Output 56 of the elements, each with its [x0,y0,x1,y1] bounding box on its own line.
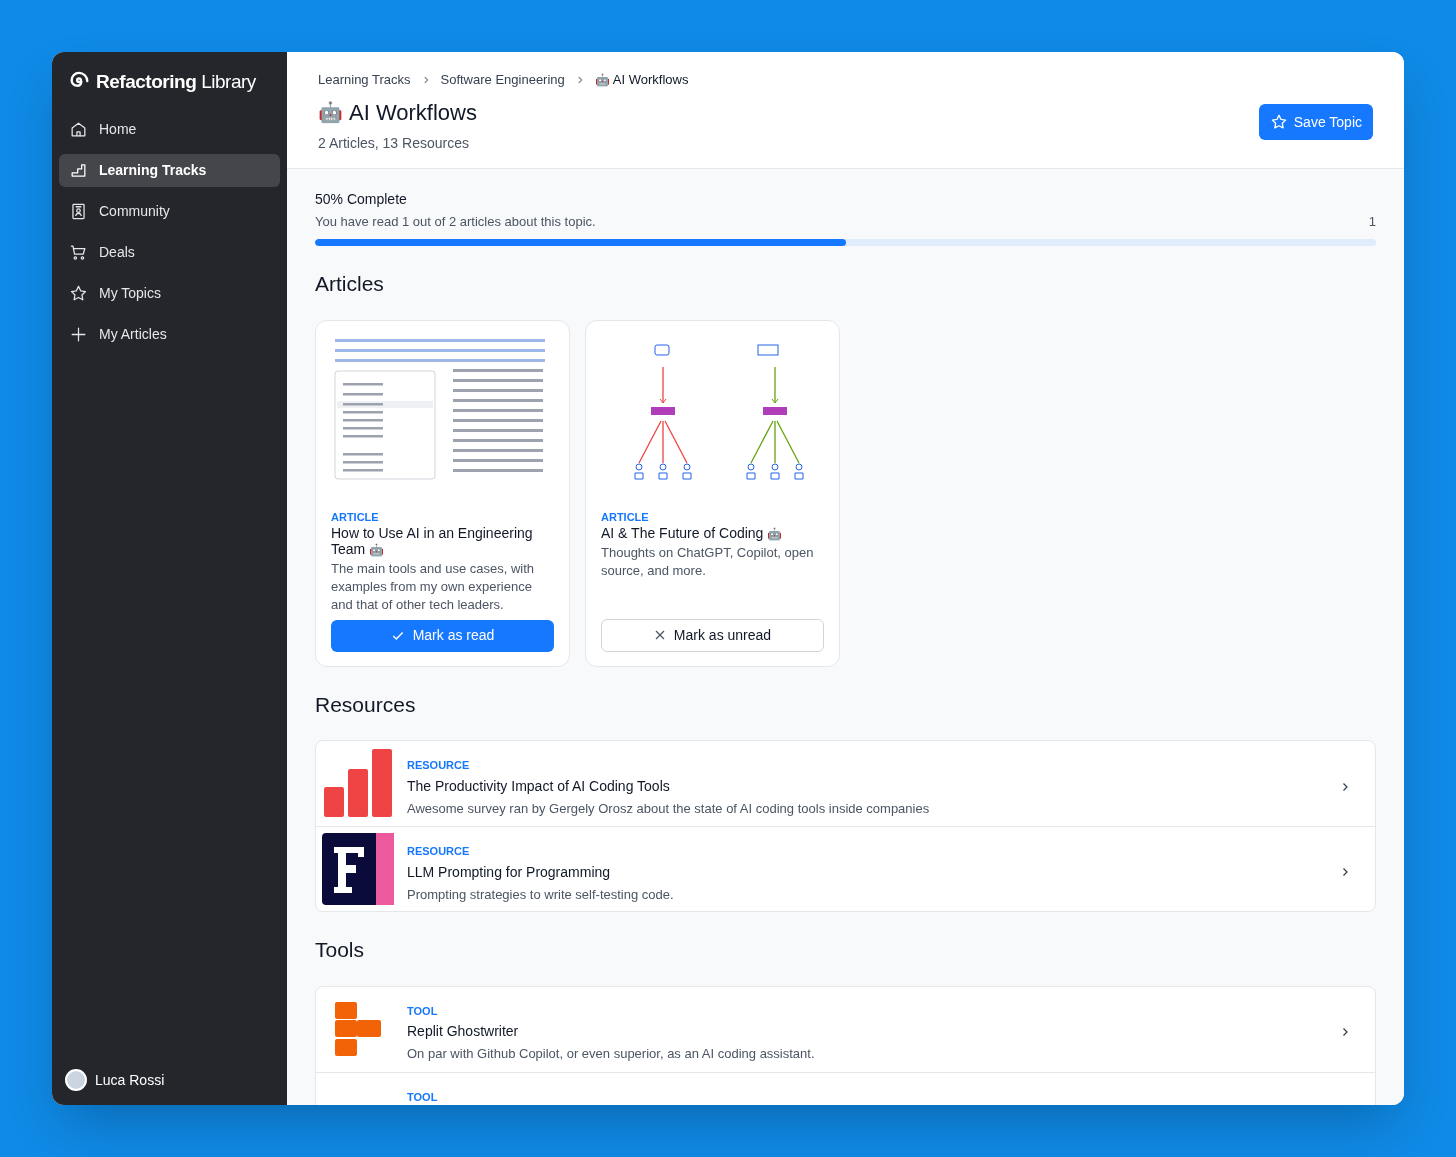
article-tag: ARTICLE [601,508,824,525]
logo-text: Refactoring Library [96,70,256,94]
mark-unread-button[interactable]: Mark as unread [601,618,824,652]
item-tag: RESOURCE [407,757,930,774]
blocks-logo-icon [335,1001,381,1056]
letter-f-logo-icon [322,833,394,905]
item-description: Prompting strategies to write self-testing code. [407,885,674,904]
item-description: On par with Github Copilot, or even superior, as an AI coding assistant. [407,1045,815,1063]
section-heading: Resources [315,691,417,718]
nav-item[interactable]: My Topics [59,276,280,310]
breadcrumb-link[interactable]: Software Engineering [440,70,565,90]
article-card[interactable]: ARTICLE How to Use AI in an Engineering Team 🤖 The main tools and use cases, with examples from my own experience and that of other tech leaders. Mark as read [315,319,570,667]
nav-item[interactable]: Community [59,194,280,228]
item-title: LLM Prompting for Programming [407,862,612,882]
article-description: The main tools and use cases, with examples from my own experience and that of other tech leaders. [331,560,536,614]
nav-item[interactable]: Learning Tracks [59,153,280,187]
article-card[interactable]: ARTICLE AI & The Future of Coding 🤖 Thoughts on ChatGPT, Copilot, open source, and more. Mark as unread [585,319,840,667]
robot-emoji-icon: 🤖 [594,70,610,89]
robot-emoji-icon: 🤖 [767,527,783,541]
article-title: AI & The Future of Coding 🤖 [601,525,784,542]
save-topic-button[interactable]: Save Topic [1258,104,1373,140]
item-title: The Productivity Impact of AI Coding Tools [407,776,671,796]
article-tag: ARTICLE [331,508,554,525]
list-row[interactable]: RESOURCE LLM Prompting for Programming Prompting strategies to write self-testing code. [316,826,1375,911]
section-heading: Tools [315,937,366,963]
mark-read-button[interactable]: Mark as read [331,619,554,652]
progress-count: 1 [1368,212,1376,231]
item-title: Replit Ghostwriter [407,1022,520,1041]
item-tag: TOOL [407,1088,438,1105]
avatar [65,1069,87,1091]
user-name[interactable]: Luca Rossi [95,1069,165,1091]
item-description: Awesome survey ran by Gergely Orosz about the state of AI coding tools inside companies [407,799,930,818]
breadcrumb-link[interactable]: Learning Tracks [318,70,411,90]
star-icon [69,283,88,303]
star-icon [1269,113,1288,131]
progress-text: You have read 1 out of 2 articles about this topic. [315,212,596,231]
breadcrumb-link[interactable]: 🤖 AI Workflows [594,70,689,90]
id-badge-icon [69,201,88,221]
progress-title: 50% Complete [315,189,408,209]
list-row[interactable]: TOOL Replit Ghostwriter On par with Github Copilot, or even superior, as an AI coding assistant. [316,986,1375,1072]
nav-item[interactable]: Deals [59,235,280,269]
close-icon [653,629,666,641]
nav-item[interactable]: My Articles [59,317,280,351]
item-tag: TOOL [407,1002,815,1019]
bar-chart-logo-icon [322,749,394,817]
section-heading: Articles [315,271,385,297]
robot-emoji-icon: 🤖 [369,543,385,557]
item-tag: RESOURCE [407,843,674,860]
list-row[interactable]: TOOL [316,1071,1375,1105]
robot-emoji-icon: 🤖 [318,97,343,127]
page-subtitle: 2 Articles, 13 Resources [318,133,470,153]
nav-item[interactable]: Home [59,112,280,146]
list-row[interactable]: RESOURCE The Productivity Impact of AI Coding Tools Awesome survey ran by Gergely Orosz about the state of AI coding tools inside companies [316,741,1375,826]
article-description: Thoughts on ChatGPT, Copilot, open source, and more. [601,544,815,580]
page-title: AI Workflows [349,98,477,127]
article-title: How to Use AI in an Engineering Team 🤖 [331,525,534,558]
